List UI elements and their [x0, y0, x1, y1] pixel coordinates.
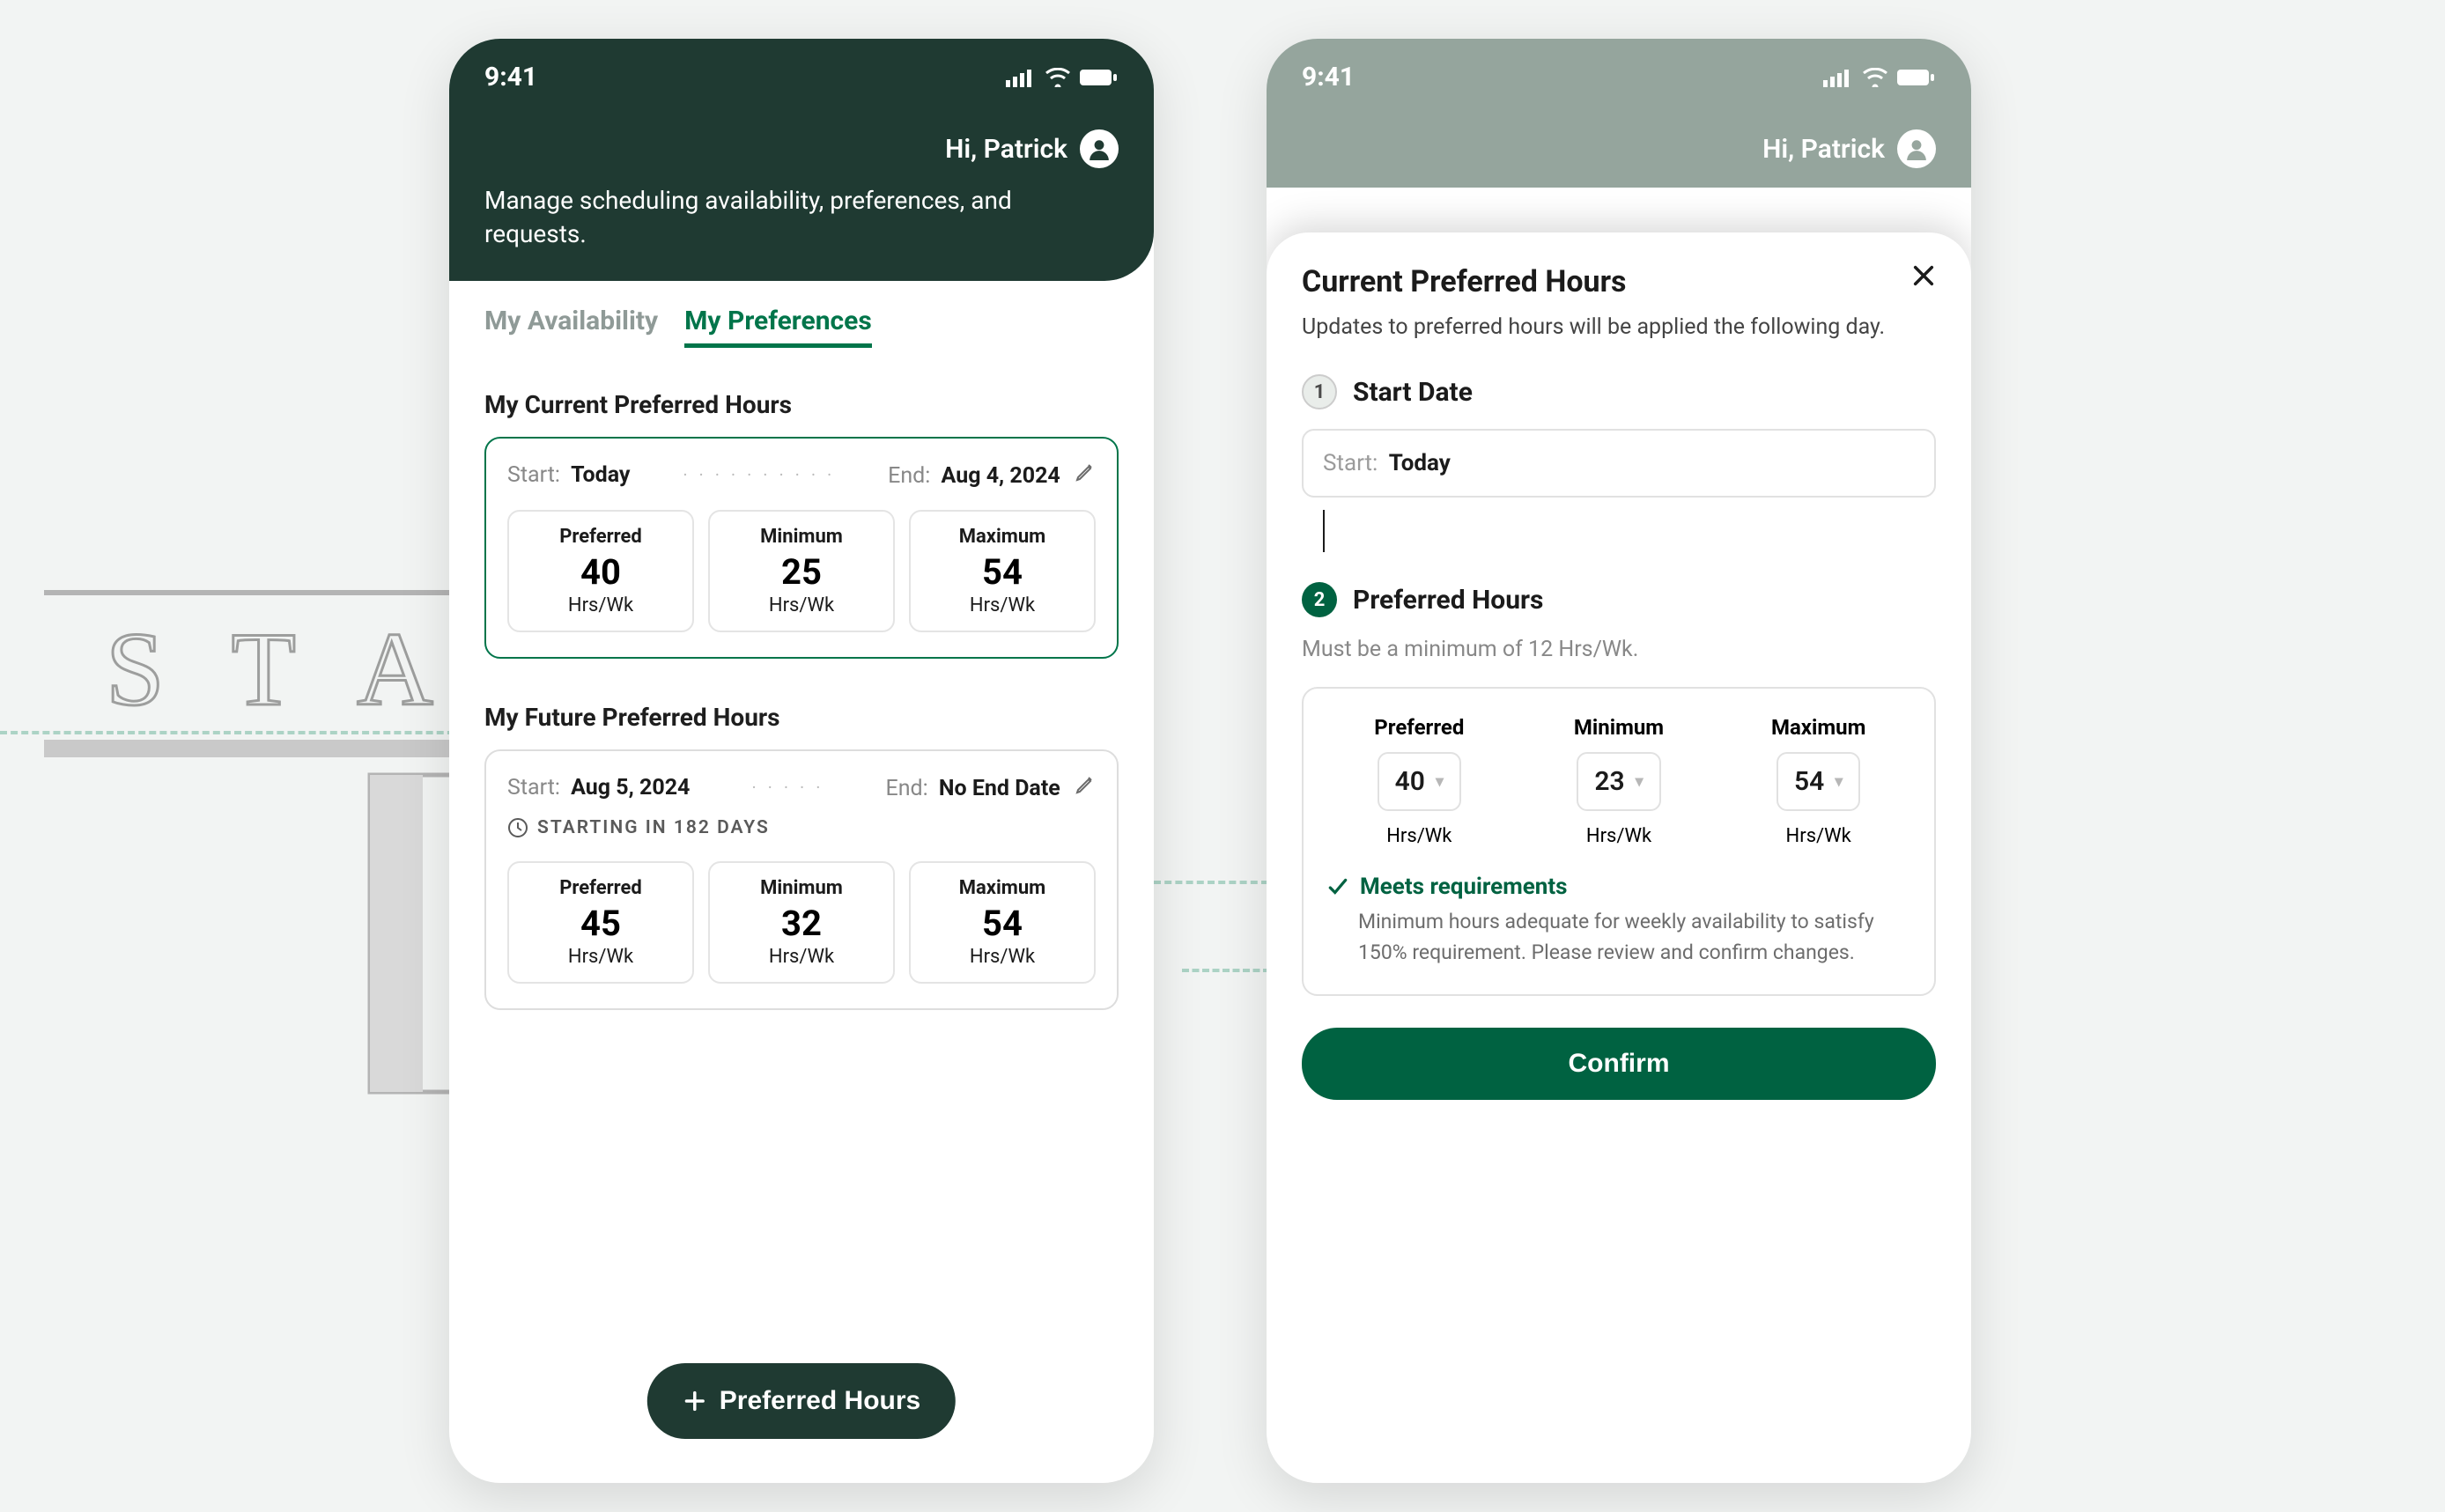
chevron-down-icon: ▾ [1835, 772, 1843, 791]
sheet-note: Updates to preferred hours will be appli… [1302, 312, 1936, 343]
wifi-icon [1045, 68, 1071, 87]
future-maximum: Maximum 54 Hrs/Wk [909, 861, 1096, 984]
plus-icon [683, 1389, 707, 1413]
text-cursor [1323, 510, 1325, 552]
edit-current-icon[interactable] [1075, 463, 1096, 489]
wifi-icon [1862, 68, 1888, 87]
greeting-text: Hi, Patrick [1762, 134, 1885, 165]
bottom-sheet: Current Preferred Hours Updates to prefe… [1267, 232, 1971, 1483]
user-icon [1905, 137, 1928, 160]
editor-preferred: Preferred 40 ▾ Hrs/Wk [1326, 715, 1512, 847]
editor-minimum: Minimum 23 ▾ Hrs/Wk [1526, 715, 1712, 847]
future-minimum: Minimum 32 Hrs/Wk [708, 861, 895, 984]
current-preferred: Preferred 40 Hrs/Wk [507, 510, 694, 632]
greeting-text: Hi, Patrick [945, 134, 1067, 165]
hours-editor: Preferred 40 ▾ Hrs/Wk Minimum 23 ▾ [1302, 687, 1936, 996]
close-icon [1911, 263, 1936, 288]
maximum-stepper[interactable]: 54 ▾ [1777, 752, 1860, 811]
future-starting-note: STARTING IN 182 DAYS [537, 817, 770, 838]
future-title: My Future Preferred Hours [449, 694, 1154, 749]
edit-future-icon[interactable] [1075, 776, 1096, 801]
future-start-label: Start: [507, 775, 560, 800]
future-card: Start: Aug 5, 2024 · · · · · End: No End… [484, 749, 1119, 1010]
minimum-stepper[interactable]: 23 ▾ [1577, 752, 1660, 811]
check-icon [1326, 875, 1349, 898]
current-end-label: End: [888, 463, 930, 489]
step2-badge: 2 [1302, 582, 1337, 617]
future-end-label: End: [885, 776, 927, 801]
future-end-value: No End Date [939, 776, 1060, 801]
sheet-title: Current Preferred Hours [1302, 264, 1936, 299]
start-date-value: Today [1389, 450, 1451, 476]
user-icon [1088, 137, 1111, 160]
meets-body: Minimum hours adequate for weekly availa… [1358, 907, 1911, 968]
battery-icon [1080, 68, 1119, 87]
status-time: 9:41 [484, 62, 537, 92]
validation-block: Meets requirements Minimum hours adequat… [1326, 874, 1911, 968]
avatar[interactable] [1897, 129, 1936, 168]
chevron-down-icon: ▾ [1636, 772, 1644, 791]
date-separator: · · · · · [742, 777, 832, 798]
phone-edit-sheet: 9:41 Hi, Patrick Current Preferred Hours… [1267, 39, 1971, 1483]
rule-note: Must be a minimum of 12 Hrs/Wk. [1302, 637, 1936, 662]
app-header: 9:41 Hi, Patrick Manage scheduling avail… [449, 39, 1154, 281]
confirm-button[interactable]: Confirm [1302, 1028, 1936, 1100]
avatar[interactable] [1080, 129, 1119, 168]
status-icons [1006, 68, 1119, 87]
header-subtitle: Manage scheduling availability, preferen… [484, 184, 1119, 251]
current-card: Start: Today · · · · · · · · · · End: Au… [484, 437, 1119, 659]
tab-availability[interactable]: My Availability [484, 306, 658, 348]
status-time: 9:41 [1302, 62, 1355, 92]
future-start-value: Aug 5, 2024 [571, 775, 690, 800]
status-icons [1823, 68, 1936, 87]
current-end-value: Aug 4, 2024 [942, 463, 1060, 489]
pencil-icon [1075, 774, 1096, 795]
dimmed-header: 9:41 Hi, Patrick [1267, 39, 1971, 188]
current-start-value: Today [571, 462, 630, 488]
close-button[interactable] [1911, 259, 1936, 296]
clock-icon [507, 817, 528, 838]
signal-icon [1823, 68, 1853, 87]
tab-preferences[interactable]: My Preferences [684, 306, 872, 348]
current-start-label: Start: [507, 462, 560, 488]
battery-icon [1897, 68, 1936, 87]
current-title: My Current Preferred Hours [449, 355, 1154, 437]
signal-icon [1006, 68, 1036, 87]
chevron-down-icon: ▾ [1436, 772, 1444, 791]
date-separator: · · · · · · · · · · [674, 464, 844, 485]
tabs: My Availability My Preferences [449, 281, 1154, 355]
phone-preferences: 9:41 Hi, Patrick Manage scheduling avail… [449, 39, 1154, 1483]
start-date-field[interactable]: Start: Today [1302, 429, 1936, 498]
pencil-icon [1075, 461, 1096, 483]
current-maximum: Maximum 54 Hrs/Wk [909, 510, 1096, 632]
editor-maximum: Maximum 54 ▾ Hrs/Wk [1725, 715, 1911, 847]
add-preferred-hours-button[interactable]: Preferred Hours [647, 1363, 956, 1439]
step2-label: Preferred Hours [1353, 585, 1543, 616]
step1-label: Start Date [1353, 377, 1473, 408]
current-minimum: Minimum 25 Hrs/Wk [708, 510, 895, 632]
future-preferred: Preferred 45 Hrs/Wk [507, 861, 694, 984]
meets-heading: Meets requirements [1360, 874, 1568, 900]
step1-badge: 1 [1302, 374, 1337, 409]
preferred-stepper[interactable]: 40 ▾ [1378, 752, 1461, 811]
